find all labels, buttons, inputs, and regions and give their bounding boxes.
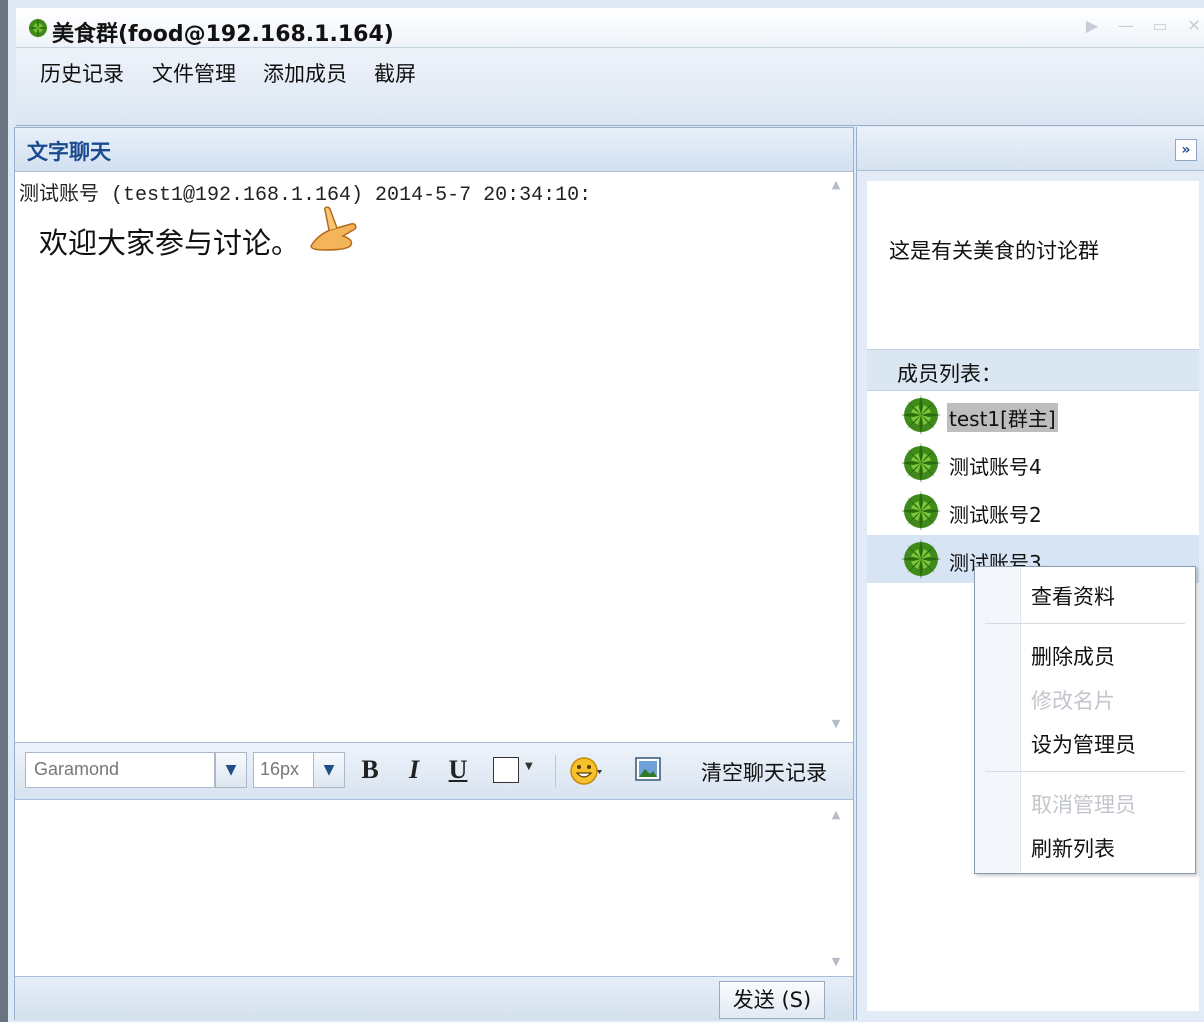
- chat-panel: 文字聊天 测试账号 (test1@192.168.1.164) 2014-5-7…: [14, 127, 854, 1020]
- maximize-icon[interactable]: ▭: [1150, 18, 1170, 34]
- image-insert-icon[interactable]: [635, 757, 661, 781]
- font-family-select[interactable]: Garamond: [25, 752, 215, 788]
- group-icon: [28, 18, 48, 38]
- message-text: 欢迎大家参与讨论。: [39, 226, 301, 260]
- avatar-icon: [901, 443, 941, 483]
- minimize-icon[interactable]: —: [1116, 18, 1136, 34]
- window-controls: ▶ — ▭ ✕: [1082, 18, 1204, 34]
- scroll-down-icon[interactable]: ▼: [827, 717, 845, 730]
- thumbs-hand-icon: [310, 206, 357, 251]
- member-item[interactable]: 测试账号4: [867, 439, 1199, 487]
- message-meta: 测试账号 (test1@192.168.1.164) 2014-5-7 20:3…: [19, 177, 591, 207]
- format-toolbar: Garamond ▼ 16px ▼ B I U ▼ 清空聊天记录: [15, 742, 853, 800]
- avatar-icon: [901, 539, 941, 579]
- chat-header: 文字聊天: [15, 128, 853, 172]
- menu-screenshot[interactable]: 截屏: [374, 58, 416, 88]
- menu-add-member[interactable]: 添加成员: [263, 58, 347, 88]
- members-header: 成员列表：: [867, 349, 1199, 391]
- message-timestamp: (test1@192.168.1.164) 2014-5-7 20:34:10:: [111, 184, 592, 207]
- bold-button[interactable]: B: [355, 753, 385, 787]
- message-sender: 测试账号: [19, 181, 99, 205]
- size-dropdown-icon[interactable]: ▼: [313, 752, 345, 788]
- menu-history[interactable]: 历史记录: [40, 58, 124, 88]
- window-title: 美食群(food@192.168.1.164): [52, 22, 394, 47]
- avatar-icon: [901, 395, 941, 435]
- member-name: 测试账号2: [949, 503, 1042, 527]
- send-button[interactable]: 发送 (S): [719, 981, 825, 1019]
- context-menu-gutter: [975, 567, 1021, 873]
- send-bar: 发送 (S): [15, 976, 853, 1020]
- context-remove-admin: 取消管理员: [1031, 793, 1136, 817]
- scroll-down-icon[interactable]: ▼: [827, 955, 845, 968]
- context-refresh-list[interactable]: 刷新列表: [1031, 833, 1115, 863]
- context-edit-card: 修改名片: [1031, 689, 1115, 713]
- context-remove-member[interactable]: 删除成员: [1031, 641, 1115, 671]
- emoji-icon[interactable]: [569, 754, 603, 788]
- member-item[interactable]: test1[群主]: [867, 391, 1199, 439]
- color-dropdown-icon[interactable]: ▼: [525, 761, 533, 772]
- member-item[interactable]: 测试账号2: [867, 487, 1199, 535]
- clear-history-button[interactable]: 清空聊天记录: [701, 757, 827, 787]
- context-separator: [985, 623, 1185, 624]
- font-dropdown-icon[interactable]: ▼: [215, 752, 247, 788]
- title-bar: 美食群(food@192.168.1.164) ▶ — ▭ ✕: [16, 8, 1204, 48]
- avatar-icon: [901, 491, 941, 531]
- menu-bar: 历史记录 文件管理 添加成员 截屏: [16, 48, 1204, 126]
- underline-button[interactable]: U: [443, 753, 473, 787]
- member-name: 测试账号4: [949, 455, 1042, 479]
- message-area[interactable]: 测试账号 (test1@192.168.1.164) 2014-5-7 20:3…: [15, 172, 853, 740]
- message-scrollbar[interactable]: ▲ ▼: [827, 178, 845, 730]
- chat-header-title: 文字聊天: [27, 140, 111, 164]
- font-size-select[interactable]: 16px: [253, 752, 315, 788]
- context-separator: [985, 771, 1185, 772]
- member-name: test1[群主]: [947, 403, 1058, 432]
- scroll-up-icon[interactable]: ▲: [827, 178, 845, 191]
- pin-icon[interactable]: ▶: [1082, 18, 1102, 34]
- collapse-panel-button[interactable]: »: [1175, 139, 1197, 161]
- menu-file-manager[interactable]: 文件管理: [152, 58, 236, 88]
- group-description: 这是有关美食的讨论群: [889, 239, 1099, 263]
- italic-button[interactable]: I: [399, 753, 429, 787]
- member-context-menu: 查看资料 删除成员 修改名片 设为管理员 取消管理员 刷新列表: [974, 566, 1196, 874]
- side-header: »: [857, 127, 1204, 171]
- scroll-up-icon[interactable]: ▲: [827, 808, 845, 821]
- members-title: 成员列表：: [897, 362, 1002, 386]
- context-view-profile[interactable]: 查看资料: [1031, 581, 1115, 611]
- context-set-admin[interactable]: 设为管理员: [1031, 729, 1136, 759]
- close-icon[interactable]: ✕: [1184, 18, 1204, 34]
- color-box-icon[interactable]: [493, 757, 519, 783]
- message-input[interactable]: ▲ ▼: [15, 800, 853, 976]
- toolbar-divider: [555, 755, 556, 787]
- input-scrollbar[interactable]: ▲ ▼: [827, 808, 845, 968]
